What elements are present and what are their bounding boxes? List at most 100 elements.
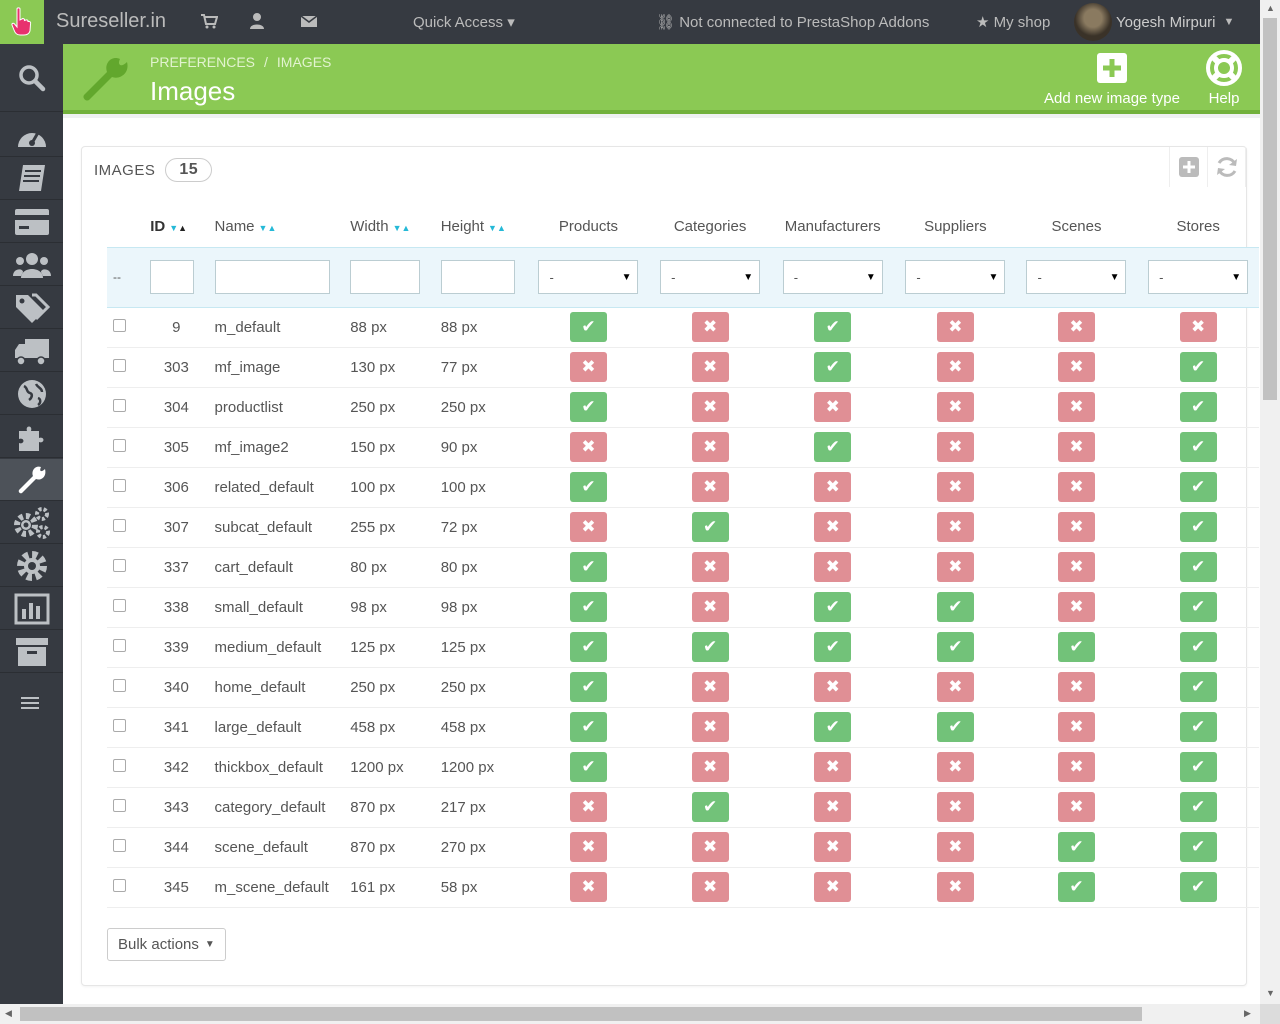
sidebar-item-search[interactable] <box>0 44 63 112</box>
check-icon[interactable]: ✔ <box>814 712 852 742</box>
sidebar-item-stats[interactable] <box>0 588 63 630</box>
cross-icon[interactable]: ✖ <box>814 792 852 822</box>
sidebar-item-modules[interactable] <box>0 416 63 458</box>
check-icon[interactable]: ✔ <box>814 352 852 382</box>
check-icon[interactable]: ✔ <box>1057 832 1095 862</box>
table-row[interactable]: 339 medium_default 125 px 125 px ✔ ✔ ✔ ✔ ✔ ✔ <box>107 627 1259 668</box>
check-icon[interactable]: ✔ <box>691 512 729 542</box>
cross-icon[interactable]: ✖ <box>1057 592 1095 622</box>
cross-icon[interactable]: ✖ <box>1057 712 1095 742</box>
filter-products-select[interactable]: - ▼ <box>538 260 639 294</box>
sort-desc-icon[interactable]: ▼ <box>488 223 497 233</box>
row-checkbox[interactable] <box>113 758 126 772</box>
filter-manufacturers-select[interactable]: - ▼ <box>782 260 883 294</box>
check-icon[interactable]: ✔ <box>569 672 607 702</box>
sidebar-item-payment[interactable] <box>0 201 63 243</box>
check-icon[interactable]: ✔ <box>814 312 852 342</box>
check-icon[interactable]: ✔ <box>1179 872 1217 902</box>
filter-stores-select[interactable]: - ▼ <box>1148 260 1249 294</box>
filter-id-input[interactable] <box>150 260 195 294</box>
check-icon[interactable]: ✔ <box>1179 512 1217 542</box>
cross-icon[interactable]: ✖ <box>691 392 729 422</box>
cross-icon[interactable]: ✖ <box>1057 352 1095 382</box>
check-icon[interactable]: ✔ <box>936 592 974 622</box>
cross-icon[interactable]: ✖ <box>691 752 729 782</box>
sidebar-item-administration[interactable] <box>0 545 63 587</box>
check-icon[interactable]: ✔ <box>691 792 729 822</box>
check-icon[interactable]: ✔ <box>1179 552 1217 582</box>
row-checkbox[interactable] <box>113 318 126 332</box>
cross-icon[interactable]: ✖ <box>936 432 974 462</box>
filter-categories-select[interactable]: - ▼ <box>660 260 761 294</box>
sidebar-item-customers[interactable] <box>0 244 63 286</box>
cross-icon[interactable]: ✖ <box>814 832 852 862</box>
cross-icon[interactable]: ✖ <box>936 392 974 422</box>
sidebar-item-preferences[interactable] <box>0 459 63 501</box>
check-icon[interactable]: ✔ <box>936 712 974 742</box>
vertical-scroll-thumb[interactable] <box>1263 18 1277 400</box>
header-width[interactable]: Width ▼▲ <box>344 207 434 247</box>
filter-suppliers-select[interactable]: - ▼ <box>905 260 1006 294</box>
cross-icon[interactable]: ✖ <box>1057 752 1095 782</box>
table-row[interactable]: 338 small_default 98 px 98 px ✔ ✖ ✔ ✔ ✖ ✔ <box>107 587 1259 628</box>
user-menu[interactable]: Yogesh Mirpuri ▼ <box>1074 3 1234 41</box>
header-id[interactable]: ID ▼▲ <box>144 207 208 247</box>
bulk-actions-button[interactable]: Bulk actions ▼ <box>107 928 226 961</box>
cross-icon[interactable]: ✖ <box>814 512 852 542</box>
header-name[interactable]: Name ▼▲ <box>209 207 345 247</box>
cross-icon[interactable]: ✖ <box>1179 312 1217 342</box>
cross-icon[interactable]: ✖ <box>936 832 974 862</box>
check-icon[interactable]: ✔ <box>1179 832 1217 862</box>
table-row[interactable]: 345 m_scene_default 161 px 58 px ✖ ✖ ✖ ✖ ✔ ✔ <box>107 867 1259 908</box>
cross-icon[interactable]: ✖ <box>936 792 974 822</box>
table-row[interactable]: 304 productlist 250 px 250 px ✔ ✖ ✖ ✖ ✖ ✔ <box>107 387 1259 428</box>
table-row[interactable]: 337 cart_default 80 px 80 px ✔ ✖ ✖ ✖ ✖ ✔ <box>107 547 1259 588</box>
row-checkbox[interactable] <box>113 598 126 612</box>
quick-access-dropdown[interactable]: Quick Access ▾ <box>413 13 515 31</box>
cross-icon[interactable]: ✖ <box>1057 472 1095 502</box>
row-checkbox[interactable] <box>113 638 126 652</box>
table-row[interactable]: 341 large_default 458 px 458 px ✔ ✖ ✔ ✔ ✖ ✔ <box>107 707 1259 748</box>
table-row[interactable]: 305 mf_image2 150 px 90 px ✖ ✖ ✔ ✖ ✖ ✔ <box>107 427 1259 468</box>
cross-icon[interactable]: ✖ <box>569 432 607 462</box>
cross-icon[interactable]: ✖ <box>1057 392 1095 422</box>
table-row[interactable]: 307 subcat_default 255 px 72 px ✖ ✔ ✖ ✖ ✖ ✔ <box>107 507 1259 548</box>
cross-icon[interactable]: ✖ <box>936 552 974 582</box>
refresh-tool[interactable] <box>1208 147 1246 187</box>
check-icon[interactable]: ✔ <box>569 592 607 622</box>
sidebar-item-localization[interactable] <box>0 373 63 415</box>
check-icon[interactable]: ✔ <box>569 752 607 782</box>
menu-collapse-icon[interactable] <box>20 695 42 716</box>
shop-brand[interactable]: Sureseller.in <box>56 10 166 33</box>
cross-icon[interactable]: ✖ <box>691 712 729 742</box>
check-icon[interactable]: ✔ <box>1057 632 1095 662</box>
cross-icon[interactable]: ✖ <box>936 672 974 702</box>
cross-icon[interactable]: ✖ <box>814 872 852 902</box>
header-height[interactable]: Height ▼▲ <box>435 207 527 247</box>
check-icon[interactable]: ✔ <box>936 632 974 662</box>
filter-width-input[interactable] <box>350 260 421 294</box>
row-checkbox[interactable] <box>113 518 126 532</box>
cross-icon[interactable]: ✖ <box>569 792 607 822</box>
horizontal-scrollbar[interactable]: ◀ ▶ <box>0 1004 1260 1024</box>
scroll-right-arrow-icon[interactable]: ▶ <box>1244 1008 1251 1019</box>
cross-icon[interactable]: ✖ <box>569 872 607 902</box>
sort-desc-icon[interactable]: ▼ <box>169 223 178 233</box>
sort-asc-icon[interactable]: ▲ <box>497 223 506 233</box>
cross-icon[interactable]: ✖ <box>569 512 607 542</box>
cross-icon[interactable]: ✖ <box>1057 432 1095 462</box>
cross-icon[interactable]: ✖ <box>691 312 729 342</box>
row-checkbox[interactable] <box>113 798 126 812</box>
row-checkbox[interactable] <box>113 678 126 692</box>
check-icon[interactable]: ✔ <box>1179 352 1217 382</box>
breadcrumb-parent[interactable]: PREFERENCES <box>150 54 255 70</box>
check-icon[interactable]: ✔ <box>1179 592 1217 622</box>
cross-icon[interactable]: ✖ <box>691 432 729 462</box>
check-icon[interactable]: ✔ <box>569 632 607 662</box>
cross-icon[interactable]: ✖ <box>569 832 607 862</box>
row-checkbox[interactable] <box>113 878 126 892</box>
check-icon[interactable]: ✔ <box>1057 872 1095 902</box>
check-icon[interactable]: ✔ <box>1179 432 1217 462</box>
cross-icon[interactable]: ✖ <box>691 872 729 902</box>
check-icon[interactable]: ✔ <box>569 552 607 582</box>
